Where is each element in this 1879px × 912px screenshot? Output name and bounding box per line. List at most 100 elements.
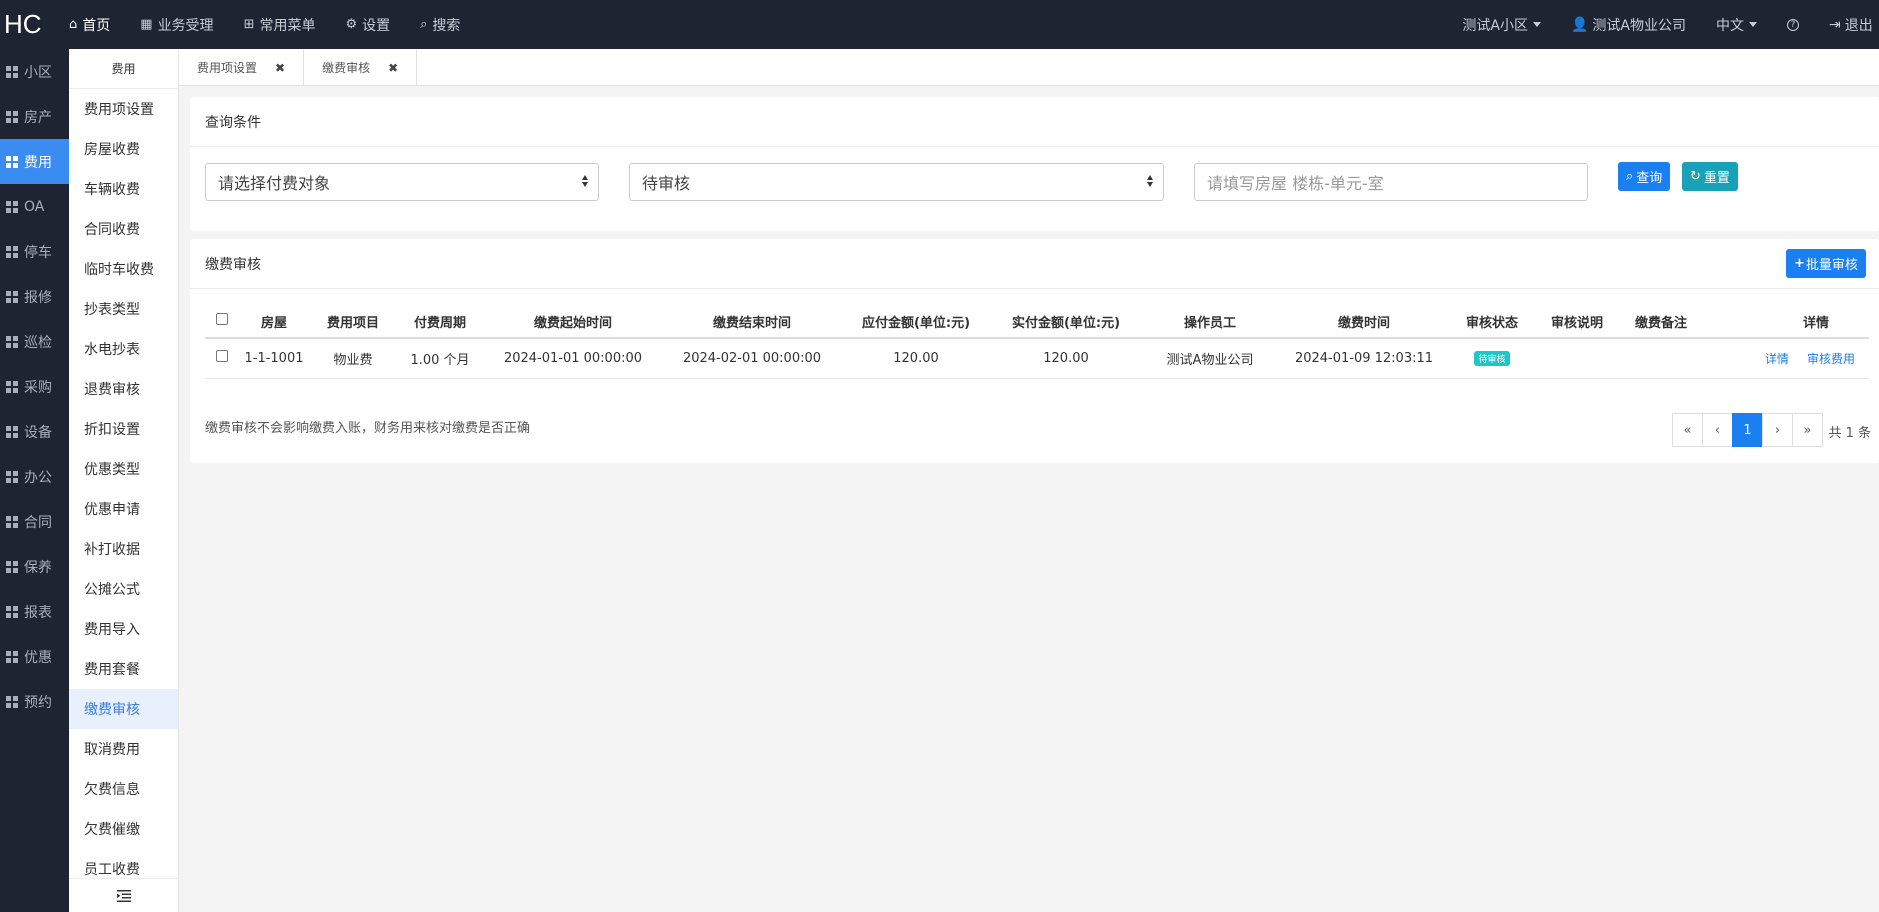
- indent-icon: [117, 889, 131, 902]
- sub-menu-item[interactable]: 车辆收费: [69, 169, 178, 209]
- module-item[interactable]: 采购: [0, 364, 69, 409]
- top-right-menu: 测试A小区 👤 测试A物业公司 中文 ? ⇥ 退出: [1462, 0, 1879, 49]
- sub-menu-item[interactable]: 费用导入: [69, 609, 178, 649]
- module-item[interactable]: 合同: [0, 499, 69, 544]
- sub-menu-item[interactable]: 欠费催缴: [69, 809, 178, 849]
- nav-search[interactable]: ⌕ 搜索: [420, 15, 460, 35]
- company-label: 测试A物业公司: [1592, 17, 1686, 34]
- row-select-cell: [205, 338, 239, 379]
- plus-icon: +: [1794, 256, 1805, 271]
- audit-fee-link[interactable]: 审核费用: [1807, 352, 1855, 366]
- row-checkbox[interactable]: [216, 350, 228, 363]
- current-page-button[interactable]: 1: [1732, 413, 1763, 447]
- sub-menu-item[interactable]: 费用套餐: [69, 649, 178, 689]
- sub-menu-item[interactable]: 缴费审核: [69, 689, 178, 729]
- sub-menu-item[interactable]: 员工收费: [69, 849, 178, 878]
- cell-room: 1-1-1001: [239, 338, 309, 379]
- reset-button-label: 重置: [1703, 171, 1730, 186]
- detail-link[interactable]: 详情: [1765, 352, 1789, 366]
- module-item[interactable]: 报修: [0, 274, 69, 319]
- status-select-value: 待审核: [642, 174, 691, 193]
- tab-fee-item-settings[interactable]: 费用项设置 ✖: [179, 49, 305, 86]
- sub-menu-item[interactable]: 取消费用: [69, 729, 178, 769]
- app-logo[interactable]: HC: [0, 0, 69, 49]
- tab-label: 费用项设置: [197, 61, 258, 75]
- page-tabs: 费用项设置 ✖ 缴费审核 ✖: [179, 49, 1879, 86]
- search-button[interactable]: ⌕ 查询: [1618, 162, 1671, 191]
- first-page-button[interactable]: «: [1672, 413, 1703, 447]
- module-item[interactable]: OA: [0, 184, 69, 229]
- sub-menu-item[interactable]: 费用项设置: [69, 89, 178, 129]
- th-large-icon: [6, 65, 18, 78]
- sub-menu-item[interactable]: 公摊公式: [69, 569, 178, 609]
- help-button[interactable]: ?: [1787, 18, 1799, 31]
- collapse-menu-button[interactable]: [69, 878, 179, 912]
- sub-menu-item[interactable]: 抄表类型: [69, 289, 178, 329]
- close-icon[interactable]: ✖: [388, 61, 398, 75]
- col-pay-note: 缴费备注: [1619, 305, 1703, 339]
- module-item[interactable]: 费用: [0, 139, 69, 184]
- sub-menu-item[interactable]: 欠费信息: [69, 769, 178, 809]
- col-cycle: 付费周期: [397, 305, 483, 339]
- sub-menu-item[interactable]: 补打收据: [69, 529, 178, 569]
- next-page-button[interactable]: ›: [1762, 413, 1793, 447]
- module-item[interactable]: 巡检: [0, 319, 69, 364]
- sub-menu-item[interactable]: 优惠申请: [69, 489, 178, 529]
- module-label: 小区: [24, 64, 52, 81]
- th-large-icon: [6, 695, 18, 708]
- payer-select-value: 请选择付费对象: [218, 174, 331, 193]
- module-item[interactable]: 预约: [0, 679, 69, 724]
- select-all-checkbox[interactable]: [216, 313, 228, 325]
- sub-menu-item[interactable]: 优惠类型: [69, 449, 178, 489]
- cell-operator: 测试A物业公司: [1141, 338, 1279, 379]
- th-large-icon: [6, 335, 18, 348]
- tab-label: 缴费审核: [322, 61, 371, 75]
- module-item[interactable]: 停车: [0, 229, 69, 274]
- language-dropdown[interactable]: 中文: [1716, 15, 1757, 35]
- cell-due-amount: 120.00: [841, 338, 991, 379]
- status-select[interactable]: 待审核: [629, 163, 1164, 201]
- nav-common-menu[interactable]: ⊞ 常用菜单: [244, 15, 316, 35]
- module-item[interactable]: 办公: [0, 454, 69, 499]
- reset-button[interactable]: ↻ 重置: [1682, 162, 1738, 191]
- nav-home[interactable]: ⌂ 首页: [69, 15, 110, 35]
- module-label: 房产: [24, 109, 52, 126]
- room-input[interactable]: 请填写房屋 楼栋-单元-室: [1194, 163, 1588, 201]
- query-panel: 查询条件 请选择付费对象 待审核 请填写房屋 楼栋-单元-室 ⌕ 查询 ↻ 重置: [190, 97, 1879, 231]
- col-room: 房屋: [239, 305, 309, 339]
- module-item[interactable]: 优惠: [0, 634, 69, 679]
- module-item[interactable]: 房产: [0, 94, 69, 139]
- module-item[interactable]: 小区: [0, 49, 69, 94]
- module-item[interactable]: 报表: [0, 589, 69, 634]
- nav-settings[interactable]: ⚙ 设置: [345, 15, 390, 35]
- batch-audit-button[interactable]: + 批量审核: [1786, 249, 1866, 278]
- sub-menu-item[interactable]: 房屋收费: [69, 129, 178, 169]
- payer-select[interactable]: 请选择付费对象: [205, 163, 599, 201]
- search-button-label: 查询: [1636, 171, 1663, 186]
- sub-menu-item[interactable]: 退费审核: [69, 369, 178, 409]
- cell-pay-note: [1619, 338, 1703, 379]
- sub-menu-item[interactable]: 折扣设置: [69, 409, 178, 449]
- sub-menu-item[interactable]: 合同收费: [69, 209, 178, 249]
- module-item[interactable]: 设备: [0, 409, 69, 454]
- sub-menu-title: 费用: [69, 49, 178, 89]
- audit-footnote: 缴费审核不会影响缴费入账，财务用来核对缴费是否正确: [205, 421, 531, 436]
- sub-menu-item[interactable]: 水电抄表: [69, 329, 178, 369]
- logout-button[interactable]: ⇥ 退出: [1829, 15, 1879, 35]
- module-label: 停车: [24, 244, 52, 261]
- close-icon[interactable]: ✖: [275, 61, 285, 75]
- col-audit-status: 审核状态: [1449, 305, 1535, 339]
- company-menu[interactable]: 👤 测试A物业公司: [1571, 15, 1686, 35]
- sort-icon: [1147, 175, 1153, 187]
- th-large-icon: [6, 290, 18, 303]
- col-paid-amount: 实付金额(单位:元): [991, 305, 1141, 339]
- community-dropdown[interactable]: 测试A小区: [1462, 15, 1541, 35]
- th-large-icon: [6, 155, 18, 168]
- last-page-button[interactable]: »: [1792, 413, 1823, 447]
- prev-page-button[interactable]: ‹: [1702, 413, 1733, 447]
- nav-business[interactable]: ▦ 业务受理: [140, 15, 213, 35]
- module-label: OA: [24, 198, 45, 215]
- module-item[interactable]: 保养: [0, 544, 69, 589]
- tab-payment-audit[interactable]: 缴费审核 ✖: [304, 49, 418, 86]
- sub-menu-item[interactable]: 临时车收费: [69, 249, 178, 289]
